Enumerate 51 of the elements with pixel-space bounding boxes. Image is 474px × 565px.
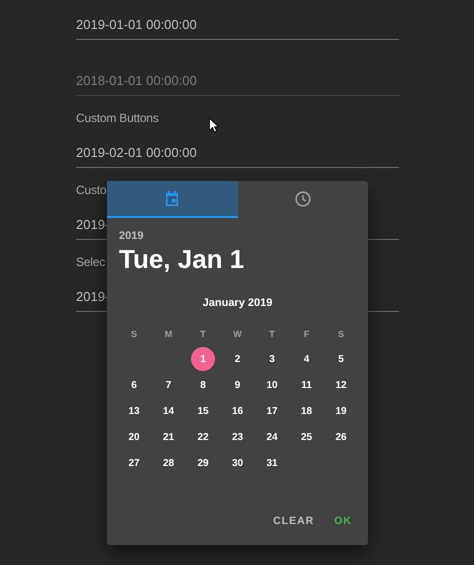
calendar-day[interactable]: 17 — [260, 399, 284, 423]
weekday-label: W — [233, 329, 242, 339]
calendar-day[interactable]: 2 — [226, 347, 250, 371]
calendar-day[interactable]: 23 — [226, 425, 250, 449]
weekday-label: S — [130, 329, 137, 339]
mouse-cursor-icon — [209, 118, 219, 133]
date-tab[interactable] — [107, 181, 238, 218]
year-label[interactable]: 2019 — [119, 230, 144, 242]
calendar-icon — [165, 191, 180, 206]
weekday-label: S — [338, 329, 344, 339]
calendar-day[interactable]: 18 — [294, 399, 318, 423]
calendar-day[interactable]: 10 — [260, 373, 284, 397]
calendar-day[interactable]: 11 — [294, 373, 318, 397]
date-field[interactable]: 2019-01-01 00:00:00 — [76, 16, 399, 40]
calendar-day[interactable]: 19 — [329, 399, 353, 423]
weekday-label: T — [200, 329, 206, 339]
field-label: Custo — [76, 182, 106, 198]
clear-button[interactable]: CLEAR — [265, 511, 322, 531]
calendar-day[interactable]: 13 — [122, 399, 146, 423]
calendar-day[interactable]: 26 — [329, 425, 353, 449]
calendar-day[interactable]: 27 — [122, 451, 146, 475]
field-label: Custom Buttons — [76, 110, 159, 126]
calendar-day[interactable]: 7 — [156, 373, 180, 397]
calendar-day[interactable]: 22 — [191, 425, 215, 449]
weekday-label: F — [304, 329, 310, 339]
calendar-day[interactable]: 3 — [260, 347, 284, 371]
calendar-day[interactable]: 9 — [226, 373, 250, 397]
weekday-label: T — [269, 329, 275, 339]
calendar-day[interactable]: 29 — [191, 451, 215, 475]
weekday-label: M — [164, 329, 172, 339]
calendar-day[interactable]: 20 — [122, 425, 146, 449]
calendar-day[interactable]: 30 — [226, 451, 250, 475]
calendar-day[interactable]: 12 — [329, 373, 353, 397]
ok-button[interactable]: OK — [326, 511, 360, 531]
calendar-day[interactable]: 14 — [156, 399, 180, 423]
calendar-day[interactable]: 25 — [294, 425, 318, 449]
calendar-day[interactable]: 15 — [191, 399, 215, 423]
selected-date: Tue, Jan 1 — [119, 244, 244, 275]
calendar-day[interactable]: 16 — [226, 399, 250, 423]
calendar-day[interactable]: 31 — [260, 451, 284, 475]
calendar-day[interactable]: 21 — [156, 425, 180, 449]
field-label: Selec — [76, 254, 106, 270]
calendar-day[interactable]: 4 — [294, 347, 318, 371]
calendar-day[interactable]: 8 — [191, 373, 215, 397]
date-field[interactable]: 2019-02-01 00:00:00 — [76, 144, 399, 168]
calendar-day[interactable]: 6 — [122, 373, 146, 397]
clock-icon — [294, 190, 311, 206]
calendar-day[interactable]: 24 — [260, 425, 284, 449]
calendar-day[interactable]: 5 — [329, 347, 353, 371]
calendar-day[interactable]: 28 — [156, 451, 180, 475]
month-title: January 2019 — [202, 297, 272, 309]
